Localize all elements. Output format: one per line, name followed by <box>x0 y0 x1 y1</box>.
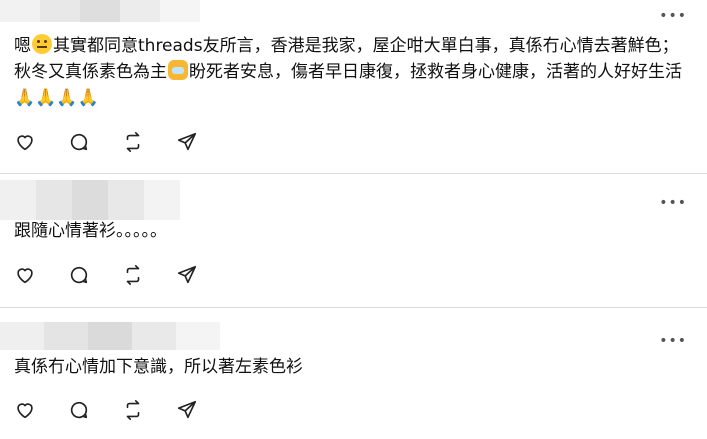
more-options-button[interactable]: ••• <box>659 196 687 210</box>
neutral-face-emoji-icon <box>32 34 52 54</box>
like-button[interactable] <box>14 131 36 153</box>
more-options-button[interactable]: ••• <box>659 9 687 23</box>
repost-icon <box>126 400 140 420</box>
heart-icon <box>17 403 33 419</box>
post-1: ••• 嗯其實都同意threads友所言，香港是我家，屋企咁大單白事，真係冇心情… <box>0 0 707 173</box>
comment-button[interactable] <box>68 399 90 421</box>
comment-icon <box>70 401 88 419</box>
repost-icon <box>126 132 140 152</box>
comment-button[interactable] <box>68 131 90 153</box>
share-button[interactable] <box>176 264 198 286</box>
heart-icon <box>17 268 33 284</box>
repost-button[interactable] <box>122 399 144 421</box>
blurred-username <box>0 180 180 220</box>
share-icon <box>177 400 197 419</box>
comment-icon <box>70 266 88 284</box>
repost-button[interactable] <box>122 264 144 286</box>
comment-button[interactable] <box>68 264 90 286</box>
share-icon <box>177 132 197 151</box>
post-text: 真係冇心情加下意識，所以著左素色衫 <box>14 357 303 377</box>
comment-icon <box>70 133 88 151</box>
cat-emoji-icon <box>168 60 188 80</box>
post-2: ••• 跟隨心情著衫。。。。。 <box>0 174 707 307</box>
share-button[interactable] <box>176 399 198 421</box>
like-button[interactable] <box>14 264 36 286</box>
like-button[interactable] <box>14 399 36 421</box>
heart-icon <box>17 135 33 151</box>
post-3: ••• 真係冇心情加下意識，所以著左素色衫 <box>0 308 707 439</box>
blurred-username <box>0 322 220 350</box>
repost-icon <box>126 265 140 285</box>
blurred-username <box>0 0 200 22</box>
share-button[interactable] <box>176 131 198 153</box>
share-icon <box>177 265 197 284</box>
repost-button[interactable] <box>122 131 144 153</box>
post-text: 嗯其實都同意threads友所言，香港是我家，屋企咁大單白事，真係冇心情去著鮮色… <box>14 34 682 108</box>
post-text: 跟隨心情著衫。。。。。 <box>14 221 167 241</box>
more-options-button[interactable]: ••• <box>659 334 687 348</box>
